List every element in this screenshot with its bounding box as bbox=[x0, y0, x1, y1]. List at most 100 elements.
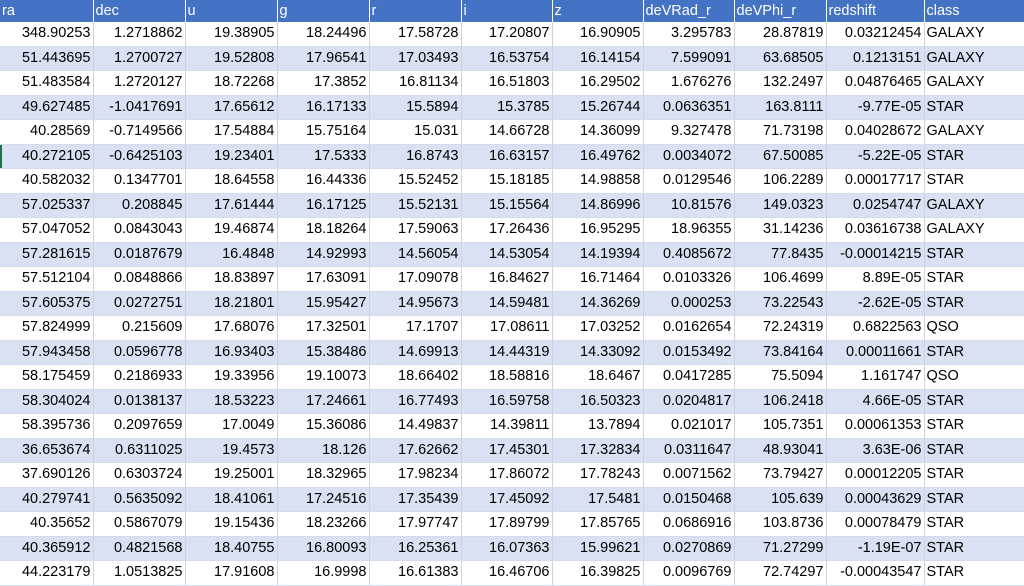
table-cell[interactable]: 17.91608 bbox=[185, 560, 278, 586]
table-cell[interactable]: 1.2718862 bbox=[93, 22, 186, 47]
table-cell[interactable]: 14.36099 bbox=[552, 119, 644, 145]
table-cell[interactable]: 0.0848866 bbox=[93, 266, 186, 292]
table-row[interactable]: 51.483584 1.2720127 18.72268 17.3852 16.8113… bbox=[0, 70, 1024, 96]
table-cell[interactable]: STAR bbox=[924, 487, 1024, 512]
table-cell[interactable]: STAR bbox=[924, 266, 1024, 292]
table-cell[interactable]: 18.72268 bbox=[185, 70, 278, 96]
table-cell[interactable]: 0.0187679 bbox=[93, 242, 186, 267]
table-cell[interactable]: STAR bbox=[924, 560, 1024, 586]
table-row[interactable]: 57.605375 0.0272751 18.21801 15.95427 14.956… bbox=[0, 291, 1024, 316]
column-header-g[interactable]: g bbox=[277, 0, 370, 22]
table-cell[interactable]: 3.295783 bbox=[643, 22, 735, 47]
table-cell[interactable]: STAR bbox=[924, 95, 1024, 120]
table-cell[interactable]: 16.17125 bbox=[277, 193, 370, 218]
table-cell[interactable]: 17.85765 bbox=[552, 511, 644, 537]
table-cell[interactable]: 17.09078 bbox=[369, 266, 462, 292]
table-cell[interactable]: 15.38486 bbox=[277, 340, 370, 365]
table-cell[interactable]: 17.89799 bbox=[461, 511, 553, 537]
table-cell[interactable]: 0.6311025 bbox=[93, 438, 186, 463]
table-cell[interactable]: STAR bbox=[924, 242, 1024, 267]
table-row[interactable]: 40.35652 0.5867079 19.15436 18.23266 17.9774… bbox=[0, 511, 1024, 537]
table-cell[interactable]: 18.64558 bbox=[185, 168, 278, 194]
table-cell[interactable]: GALAXY bbox=[924, 46, 1024, 71]
table-cell[interactable]: 16.39825 bbox=[552, 560, 644, 586]
table-cell[interactable]: 17.35439 bbox=[369, 487, 462, 512]
table-cell[interactable]: 17.59063 bbox=[369, 217, 462, 243]
table-cell[interactable]: 16.59758 bbox=[461, 389, 553, 414]
table-cell[interactable]: 19.38905 bbox=[185, 22, 278, 47]
table-cell[interactable]: 14.53054 bbox=[461, 242, 553, 267]
table-cell[interactable]: 0.00061353 bbox=[826, 413, 925, 439]
table-cell[interactable]: 15.031 bbox=[369, 119, 462, 145]
table-cell[interactable]: 57.281615 bbox=[0, 242, 94, 267]
table-cell[interactable]: 58.304024 bbox=[0, 389, 94, 414]
table-cell[interactable]: 7.599091 bbox=[643, 46, 735, 71]
table-cell[interactable]: GALAXY bbox=[924, 217, 1024, 243]
table-cell[interactable]: 0.021017 bbox=[643, 413, 735, 439]
table-cell[interactable]: STAR bbox=[924, 168, 1024, 194]
table-row[interactable]: 37.690126 0.6303724 19.25001 18.32965 17.982… bbox=[0, 462, 1024, 488]
table-row[interactable]: 57.281615 0.0187679 16.4848 14.92993 14.5605… bbox=[0, 242, 1024, 267]
table-cell[interactable]: 16.4848 bbox=[185, 242, 278, 267]
table-cell[interactable]: 15.52452 bbox=[369, 168, 462, 194]
table-cell[interactable]: 1.2700727 bbox=[93, 46, 186, 71]
table-cell[interactable]: 16.84627 bbox=[461, 266, 553, 292]
table-cell[interactable]: 0.0150468 bbox=[643, 487, 735, 512]
table-cell[interactable]: 16.14154 bbox=[552, 46, 644, 71]
table-cell[interactable]: 0.0417285 bbox=[643, 364, 735, 390]
table-cell[interactable]: 16.53754 bbox=[461, 46, 553, 71]
table-cell[interactable]: 3.63E-06 bbox=[826, 438, 925, 463]
table-cell[interactable]: -0.7149566 bbox=[93, 119, 186, 145]
table-row[interactable]: 40.272105 -0.6425103 19.23401 17.5333 16.874… bbox=[0, 144, 1024, 169]
table-cell[interactable]: 14.39811 bbox=[461, 413, 553, 439]
table-cell[interactable]: 0.04028672 bbox=[826, 119, 925, 145]
table-cell[interactable]: GALAXY bbox=[924, 193, 1024, 218]
table-cell[interactable]: 18.40755 bbox=[185, 536, 278, 561]
table-cell[interactable]: 28.87819 bbox=[734, 22, 827, 47]
table-cell[interactable]: 16.44336 bbox=[277, 168, 370, 194]
table-cell[interactable]: 16.80093 bbox=[277, 536, 370, 561]
table-row[interactable]: 40.582032 0.1347701 18.64558 16.44336 15.524… bbox=[0, 168, 1024, 194]
table-cell[interactable]: 132.2497 bbox=[734, 70, 827, 96]
table-cell[interactable]: 19.4573 bbox=[185, 438, 278, 463]
table-cell[interactable]: 51.483584 bbox=[0, 70, 94, 96]
table-cell[interactable]: 16.49762 bbox=[552, 144, 644, 169]
table-cell[interactable]: 73.84164 bbox=[734, 340, 827, 365]
table-cell[interactable]: 17.68076 bbox=[185, 315, 278, 341]
table-cell[interactable]: 15.95427 bbox=[277, 291, 370, 316]
table-cell[interactable]: 18.126 bbox=[277, 438, 370, 463]
table-cell[interactable]: 0.0254747 bbox=[826, 193, 925, 218]
table-cell[interactable]: 106.4699 bbox=[734, 266, 827, 292]
table-cell[interactable]: -1.19E-07 bbox=[826, 536, 925, 561]
table-cell[interactable]: 37.690126 bbox=[0, 462, 94, 488]
table-cell[interactable]: 67.50085 bbox=[734, 144, 827, 169]
table-cell[interactable]: 14.95673 bbox=[369, 291, 462, 316]
table-cell[interactable]: 0.6822563 bbox=[826, 315, 925, 341]
table-cell[interactable]: 73.79427 bbox=[734, 462, 827, 488]
table-cell[interactable]: 0.215609 bbox=[93, 315, 186, 341]
table-cell[interactable]: 16.46706 bbox=[461, 560, 553, 586]
table-cell[interactable]: 16.8743 bbox=[369, 144, 462, 169]
table-cell[interactable]: 16.81134 bbox=[369, 70, 462, 96]
table-cell[interactable]: 75.5094 bbox=[734, 364, 827, 390]
table-cell[interactable]: 8.89E-05 bbox=[826, 266, 925, 292]
table-cell[interactable]: 0.0596778 bbox=[93, 340, 186, 365]
table-cell[interactable]: 17.61444 bbox=[185, 193, 278, 218]
table-cell[interactable]: 0.1347701 bbox=[93, 168, 186, 194]
table-cell[interactable]: 14.98858 bbox=[552, 168, 644, 194]
table-cell[interactable]: 57.943458 bbox=[0, 340, 94, 365]
table-cell[interactable]: 14.33092 bbox=[552, 340, 644, 365]
table-cell[interactable]: 72.24319 bbox=[734, 315, 827, 341]
table-cell[interactable]: 17.32501 bbox=[277, 315, 370, 341]
table-cell[interactable]: STAR bbox=[924, 340, 1024, 365]
table-cell[interactable]: 18.96355 bbox=[643, 217, 735, 243]
table-cell[interactable]: 1.161747 bbox=[826, 364, 925, 390]
column-header-devphi-r[interactable]: deVPhi_r bbox=[734, 0, 827, 22]
table-cell[interactable]: 14.66728 bbox=[461, 119, 553, 145]
table-cell[interactable]: 57.047052 bbox=[0, 217, 94, 243]
table-row[interactable]: 40.279741 0.5635092 18.41061 17.24516 17.354… bbox=[0, 487, 1024, 512]
table-cell[interactable]: 73.22543 bbox=[734, 291, 827, 316]
table-cell[interactable]: 57.824999 bbox=[0, 315, 94, 341]
table-cell[interactable]: 40.582032 bbox=[0, 168, 94, 194]
table-cell[interactable]: 0.00043629 bbox=[826, 487, 925, 512]
